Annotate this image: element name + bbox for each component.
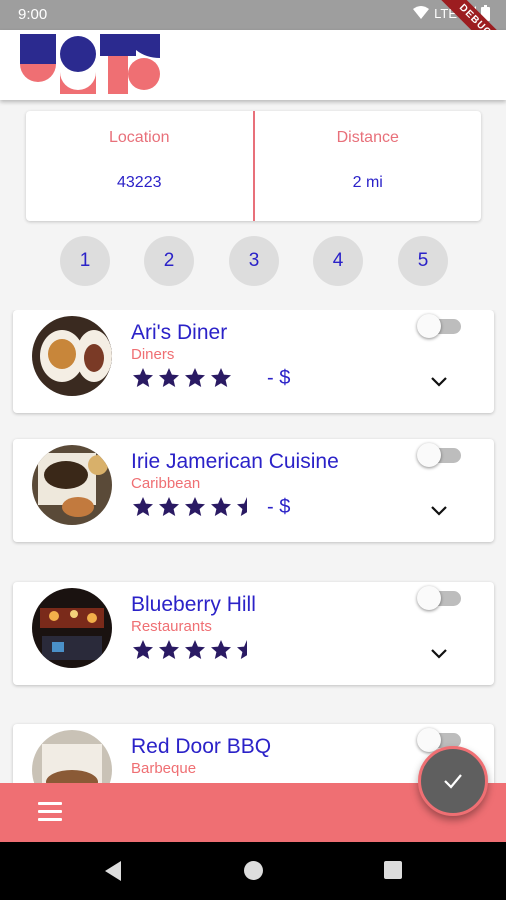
status-bar: 9:00 LTE DEBUG xyxy=(0,0,506,74)
back-icon[interactable] xyxy=(103,860,123,882)
restaurant-list[interactable]: Ari's Diner Diners - $ Irie Jamerican Cu… xyxy=(0,310,506,783)
star-icon xyxy=(237,368,257,387)
restaurant-photo xyxy=(32,316,112,396)
restaurant-category: Barbeque xyxy=(131,760,197,777)
restaurant-card[interactable]: Blueberry Hill Restaurants xyxy=(13,582,494,685)
restaurant-photo xyxy=(32,445,112,525)
star-icon xyxy=(211,368,231,387)
distance-filter[interactable]: Distance 2 mi xyxy=(252,111,482,221)
star-icon xyxy=(133,640,153,659)
check-icon xyxy=(444,774,462,789)
page-button-5[interactable]: 5 xyxy=(398,236,448,286)
restaurant-category: Caribbean xyxy=(131,475,201,492)
rating-stars xyxy=(131,638,267,662)
page-button-3[interactable]: 3 xyxy=(229,236,279,286)
star-icon xyxy=(211,640,231,659)
restaurant-name: Ari's Diner xyxy=(131,321,228,344)
system-nav-bar xyxy=(0,842,506,900)
star-icon xyxy=(185,640,205,659)
star-icon xyxy=(185,497,205,516)
restaurant-category: Restaurants xyxy=(131,618,212,635)
restaurant-name: Blueberry Hill xyxy=(131,593,256,616)
star-icon xyxy=(133,368,153,387)
star-icon xyxy=(185,368,205,387)
page-button-4[interactable]: 4 xyxy=(313,236,363,286)
restaurant-photo xyxy=(32,730,112,783)
star-icon xyxy=(159,640,179,659)
distance-value: 2 mi xyxy=(352,174,383,191)
select-toggle[interactable] xyxy=(417,314,463,340)
location-label: Location xyxy=(109,129,170,146)
menu-icon[interactable] xyxy=(38,802,64,822)
star-icon xyxy=(237,497,257,516)
select-toggle[interactable] xyxy=(417,586,463,612)
restaurant-category: Diners xyxy=(131,346,175,363)
star-icon xyxy=(133,497,153,516)
filter-card: Location 43223 Distance 2 mi xyxy=(26,111,481,221)
page-button-2[interactable]: 2 xyxy=(144,236,194,286)
star-icon xyxy=(159,497,179,516)
restaurant-name: Irie Jamerican Cuisine xyxy=(131,450,339,473)
app-bar xyxy=(0,30,506,100)
distance-label: Distance xyxy=(336,129,399,146)
price-level: - $ xyxy=(267,366,291,389)
select-toggle[interactable] xyxy=(417,443,463,469)
chevron-down-icon[interactable] xyxy=(429,646,449,660)
location-value: 43223 xyxy=(117,174,162,191)
restaurant-card[interactable]: Irie Jamerican Cuisine Caribbean - $ xyxy=(13,439,494,542)
recent-apps-icon[interactable] xyxy=(384,861,402,879)
star-icon xyxy=(159,368,179,387)
chevron-down-icon[interactable] xyxy=(429,374,449,388)
restaurant-name: Red Door BBQ xyxy=(131,735,272,758)
confirm-fab-button[interactable] xyxy=(418,746,488,816)
restaurant-card[interactable]: Ari's Diner Diners - $ xyxy=(13,310,494,413)
app-logo xyxy=(20,34,160,94)
star-icon xyxy=(237,640,257,659)
star-icon xyxy=(211,497,231,516)
rating-stars: - $ xyxy=(131,495,290,519)
location-filter[interactable]: Location 43223 xyxy=(26,111,253,221)
price-level: - $ xyxy=(267,495,291,518)
wifi-icon xyxy=(413,6,430,19)
page-button-1[interactable]: 1 xyxy=(60,236,110,286)
restaurant-photo xyxy=(32,588,112,668)
home-icon[interactable] xyxy=(244,861,263,880)
rating-stars: - $ xyxy=(131,366,290,390)
chevron-down-icon[interactable] xyxy=(429,503,449,517)
status-time: 9:00 xyxy=(18,6,48,23)
